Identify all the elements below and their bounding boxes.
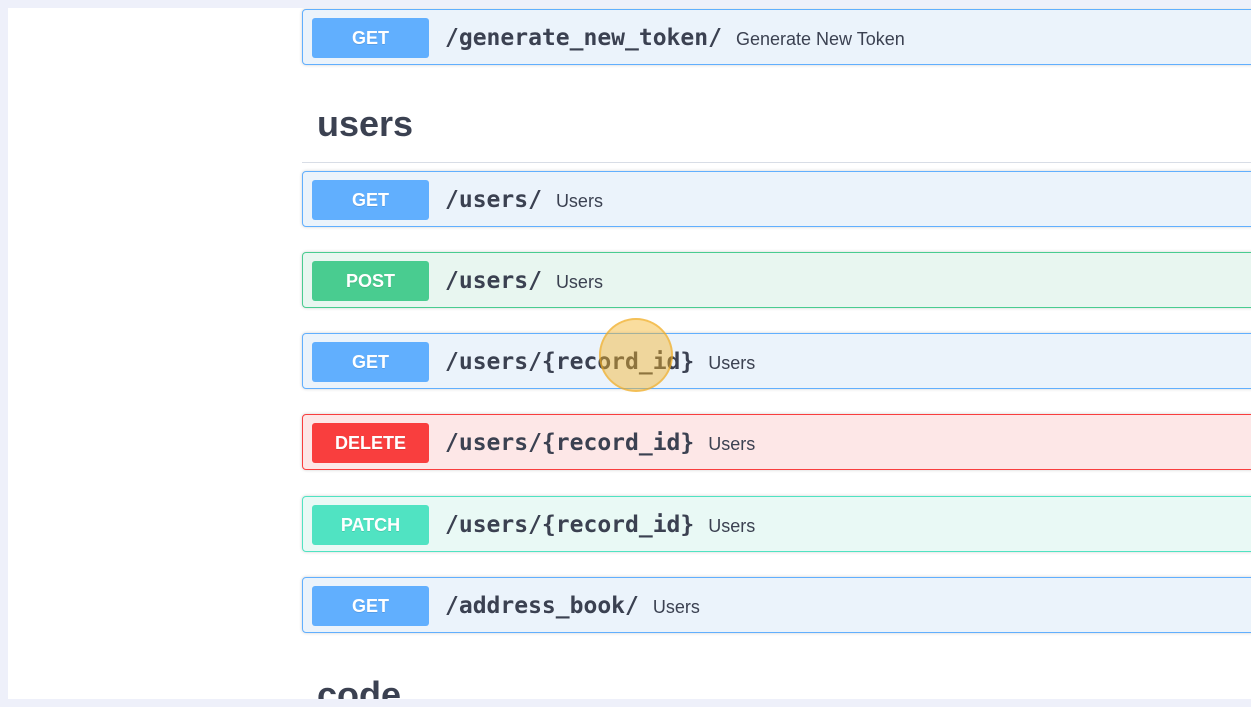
operation-patch-user-by-id[interactable]: PATCH /users/{record_id} Users <box>302 496 1251 552</box>
operation-path: /users/{record_id} Users <box>445 415 755 471</box>
path-text: /generate_new_token/ <box>445 25 722 51</box>
path-text: /users/ <box>445 268 542 294</box>
operation-summary: Users <box>652 597 700 617</box>
method-badge-get: GET <box>312 586 429 626</box>
operation-path: /users/Users <box>445 253 603 309</box>
operation-summary: Users <box>555 191 603 211</box>
operation-summary: Users <box>708 516 756 536</box>
path-text: /users/{record_id} <box>445 349 695 375</box>
operation-get-user-by-id[interactable]: GET /users/{record_id} Users <box>302 333 1251 389</box>
operation-path: /generate_new_token/Generate New Token <box>445 10 905 66</box>
path-text: /address_book/ <box>445 593 639 619</box>
method-badge-post: POST <box>312 261 429 301</box>
method-badge-get: GET <box>312 180 429 220</box>
method-badge-get: GET <box>312 18 429 58</box>
path-text: /users/{record_id} <box>445 512 695 538</box>
operation-path: /users/{record_id} Users <box>445 334 755 390</box>
path-text: /users/ <box>445 187 542 213</box>
operation-path: /address_book/Users <box>445 578 700 634</box>
operation-get-generate-new-token[interactable]: GET /generate_new_token/Generate New Tok… <box>302 9 1251 65</box>
operation-post-users[interactable]: POST /users/Users <box>302 252 1251 308</box>
operation-summary: Users <box>708 353 756 373</box>
operation-get-address-book[interactable]: GET /address_book/Users <box>302 577 1251 633</box>
operation-delete-user-by-id[interactable]: DELETE /users/{record_id} Users <box>302 414 1251 470</box>
method-badge-get: GET <box>312 342 429 382</box>
section-title-users[interactable]: users <box>317 103 413 145</box>
operation-summary: Users <box>708 434 756 454</box>
section-divider <box>302 162 1251 163</box>
method-badge-patch: PATCH <box>312 505 429 545</box>
operation-summary: Generate New Token <box>735 29 905 49</box>
method-badge-delete: DELETE <box>312 423 429 463</box>
operation-path: /users/{record_id} Users <box>445 497 755 553</box>
path-text: /users/{record_id} <box>445 430 695 456</box>
screen: GET /generate_new_token/Generate New Tok… <box>8 8 1251 699</box>
section-title-code[interactable]: code <box>317 674 401 699</box>
operation-get-users[interactable]: GET /users/Users <box>302 171 1251 227</box>
operation-path: /users/Users <box>445 172 603 228</box>
api-docs-content: GET /generate_new_token/Generate New Tok… <box>302 8 1251 699</box>
operation-summary: Users <box>555 272 603 292</box>
